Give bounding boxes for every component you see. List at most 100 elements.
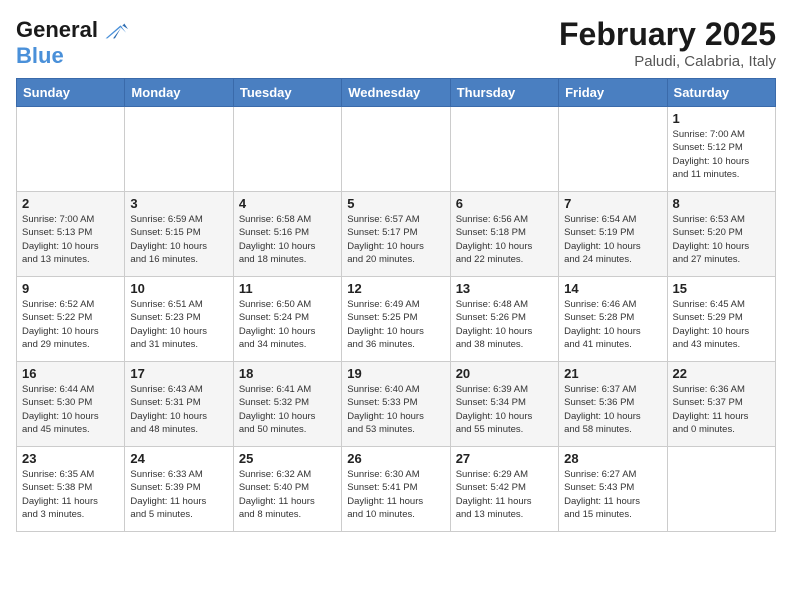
calendar-cell: 24 Sunrise: 6:33 AM Sunset: 5:39 PM Dayli…	[125, 447, 233, 532]
day-number: 6	[456, 196, 553, 211]
day-info: Sunrise: 6:53 AM Sunset: 5:20 PM Dayligh…	[673, 213, 770, 266]
calendar-cell: 13 Sunrise: 6:48 AM Sunset: 5:26 PM Dayli…	[450, 277, 558, 362]
day-number: 1	[673, 111, 770, 126]
day-info: Sunrise: 7:00 AM Sunset: 5:12 PM Dayligh…	[673, 128, 770, 181]
day-number: 22	[673, 366, 770, 381]
calendar-cell: 28 Sunrise: 6:27 AM Sunset: 5:43 PM Dayli…	[559, 447, 667, 532]
day-number: 18	[239, 366, 336, 381]
day-number: 9	[22, 281, 119, 296]
calendar-cell	[342, 107, 450, 192]
day-number: 28	[564, 451, 661, 466]
day-number: 4	[239, 196, 336, 211]
calendar-cell	[233, 107, 341, 192]
day-number: 14	[564, 281, 661, 296]
day-info: Sunrise: 6:33 AM Sunset: 5:39 PM Dayligh…	[130, 468, 227, 521]
calendar-cell	[125, 107, 233, 192]
logo: General Blue	[16, 16, 128, 68]
calendar-cell: 14Sunrise: 6:46 AM Sunset: 5:28 PM Dayli…	[559, 277, 667, 362]
day-number: 3	[130, 196, 227, 211]
day-info: Sunrise: 6:57 AM Sunset: 5:17 PM Dayligh…	[347, 213, 444, 266]
calendar-cell: 16Sunrise: 6:44 AM Sunset: 5:30 PM Dayli…	[17, 362, 125, 447]
calendar-cell	[559, 107, 667, 192]
calendar-cell: 5Sunrise: 6:57 AM Sunset: 5:17 PM Daylig…	[342, 192, 450, 277]
day-info: Sunrise: 6:29 AM Sunset: 5:42 PM Dayligh…	[456, 468, 553, 521]
day-info: Sunrise: 6:49 AM Sunset: 5:25 PM Dayligh…	[347, 298, 444, 351]
weekday-header: Thursday	[450, 79, 558, 107]
calendar-cell	[450, 107, 558, 192]
weekday-header: Wednesday	[342, 79, 450, 107]
calendar-week-row: 2Sunrise: 7:00 AM Sunset: 5:13 PM Daylig…	[17, 192, 776, 277]
calendar-week-row: 23Sunrise: 6:35 AM Sunset: 5:38 PM Dayli…	[17, 447, 776, 532]
calendar-cell: 22Sunrise: 6:36 AM Sunset: 5:37 PM Dayli…	[667, 362, 775, 447]
weekday-header: Saturday	[667, 79, 775, 107]
calendar-cell: 3 Sunrise: 6:59 AM Sunset: 5:15 PM Daylig…	[125, 192, 233, 277]
calendar-cell: 6 Sunrise: 6:56 AM Sunset: 5:18 PM Daylig…	[450, 192, 558, 277]
day-number: 11	[239, 281, 336, 296]
calendar-cell: 11 Sunrise: 6:50 AM Sunset: 5:24 PM Dayli…	[233, 277, 341, 362]
calendar-week-row: 1 Sunrise: 7:00 AM Sunset: 5:12 PM Daylig…	[17, 107, 776, 192]
calendar-cell: 17 Sunrise: 6:43 AM Sunset: 5:31 PM Dayli…	[125, 362, 233, 447]
calendar-cell	[667, 447, 775, 532]
day-number: 27	[456, 451, 553, 466]
calendar-cell: 8 Sunrise: 6:53 AM Sunset: 5:20 PM Daylig…	[667, 192, 775, 277]
day-info: Sunrise: 6:56 AM Sunset: 5:18 PM Dayligh…	[456, 213, 553, 266]
day-info: Sunrise: 6:32 AM Sunset: 5:40 PM Dayligh…	[239, 468, 336, 521]
day-info: Sunrise: 6:54 AM Sunset: 5:19 PM Dayligh…	[564, 213, 661, 266]
calendar-cell: 23Sunrise: 6:35 AM Sunset: 5:38 PM Dayli…	[17, 447, 125, 532]
calendar-cell: 7 Sunrise: 6:54 AM Sunset: 5:19 PM Daylig…	[559, 192, 667, 277]
logo-text: General	[16, 18, 98, 42]
day-info: Sunrise: 6:27 AM Sunset: 5:43 PM Dayligh…	[564, 468, 661, 521]
weekday-header: Monday	[125, 79, 233, 107]
day-number: 21	[564, 366, 661, 381]
day-info: Sunrise: 7:00 AM Sunset: 5:13 PM Dayligh…	[22, 213, 119, 266]
day-number: 8	[673, 196, 770, 211]
weekday-header: Friday	[559, 79, 667, 107]
day-info: Sunrise: 6:37 AM Sunset: 5:36 PM Dayligh…	[564, 383, 661, 436]
day-number: 13	[456, 281, 553, 296]
weekday-header: Tuesday	[233, 79, 341, 107]
title-section: February 2025 Paludi, Calabria, Italy	[559, 16, 776, 70]
weekday-header: Sunday	[17, 79, 125, 107]
day-number: 10	[130, 281, 227, 296]
day-info: Sunrise: 6:58 AM Sunset: 5:16 PM Dayligh…	[239, 213, 336, 266]
calendar-cell: 9 Sunrise: 6:52 AM Sunset: 5:22 PM Daylig…	[17, 277, 125, 362]
calendar-week-row: 9 Sunrise: 6:52 AM Sunset: 5:22 PM Daylig…	[17, 277, 776, 362]
day-info: Sunrise: 6:40 AM Sunset: 5:33 PM Dayligh…	[347, 383, 444, 436]
calendar-cell: 2Sunrise: 7:00 AM Sunset: 5:13 PM Daylig…	[17, 192, 125, 277]
calendar-cell: 15 Sunrise: 6:45 AM Sunset: 5:29 PM Dayli…	[667, 277, 775, 362]
calendar-cell: 21 Sunrise: 6:37 AM Sunset: 5:36 PM Dayli…	[559, 362, 667, 447]
calendar-table: SundayMondayTuesdayWednesdayThursdayFrid…	[16, 78, 776, 532]
day-number: 12	[347, 281, 444, 296]
calendar-cell: 12 Sunrise: 6:49 AM Sunset: 5:25 PM Dayli…	[342, 277, 450, 362]
calendar-cell: 25 Sunrise: 6:32 AM Sunset: 5:40 PM Dayli…	[233, 447, 341, 532]
day-number: 17	[130, 366, 227, 381]
calendar-cell: 18Sunrise: 6:41 AM Sunset: 5:32 PM Dayli…	[233, 362, 341, 447]
day-info: Sunrise: 6:35 AM Sunset: 5:38 PM Dayligh…	[22, 468, 119, 521]
day-info: Sunrise: 6:50 AM Sunset: 5:24 PM Dayligh…	[239, 298, 336, 351]
day-number: 7	[564, 196, 661, 211]
day-number: 15	[673, 281, 770, 296]
weekday-header-row: SundayMondayTuesdayWednesdayThursdayFrid…	[17, 79, 776, 107]
day-info: Sunrise: 6:48 AM Sunset: 5:26 PM Dayligh…	[456, 298, 553, 351]
day-info: Sunrise: 6:44 AM Sunset: 5:30 PM Dayligh…	[22, 383, 119, 436]
day-info: Sunrise: 6:43 AM Sunset: 5:31 PM Dayligh…	[130, 383, 227, 436]
calendar-cell: 20Sunrise: 6:39 AM Sunset: 5:34 PM Dayli…	[450, 362, 558, 447]
day-info: Sunrise: 6:30 AM Sunset: 5:41 PM Dayligh…	[347, 468, 444, 521]
calendar-week-row: 16Sunrise: 6:44 AM Sunset: 5:30 PM Dayli…	[17, 362, 776, 447]
day-info: Sunrise: 6:59 AM Sunset: 5:15 PM Dayligh…	[130, 213, 227, 266]
day-number: 20	[456, 366, 553, 381]
calendar-cell: 27 Sunrise: 6:29 AM Sunset: 5:42 PM Dayli…	[450, 447, 558, 532]
month-title: February 2025	[559, 16, 776, 53]
calendar-cell	[17, 107, 125, 192]
day-number: 26	[347, 451, 444, 466]
logo-icon	[100, 16, 128, 44]
calendar-cell: 19 Sunrise: 6:40 AM Sunset: 5:33 PM Dayli…	[342, 362, 450, 447]
day-number: 19	[347, 366, 444, 381]
day-number: 24	[130, 451, 227, 466]
calendar-cell: 26 Sunrise: 6:30 AM Sunset: 5:41 PM Dayli…	[342, 447, 450, 532]
day-info: Sunrise: 6:45 AM Sunset: 5:29 PM Dayligh…	[673, 298, 770, 351]
day-number: 25	[239, 451, 336, 466]
day-info: Sunrise: 6:52 AM Sunset: 5:22 PM Dayligh…	[22, 298, 119, 351]
calendar-cell: 4 Sunrise: 6:58 AM Sunset: 5:16 PM Daylig…	[233, 192, 341, 277]
page-header: General Blue February 2025 Paludi, Calab…	[16, 16, 776, 70]
